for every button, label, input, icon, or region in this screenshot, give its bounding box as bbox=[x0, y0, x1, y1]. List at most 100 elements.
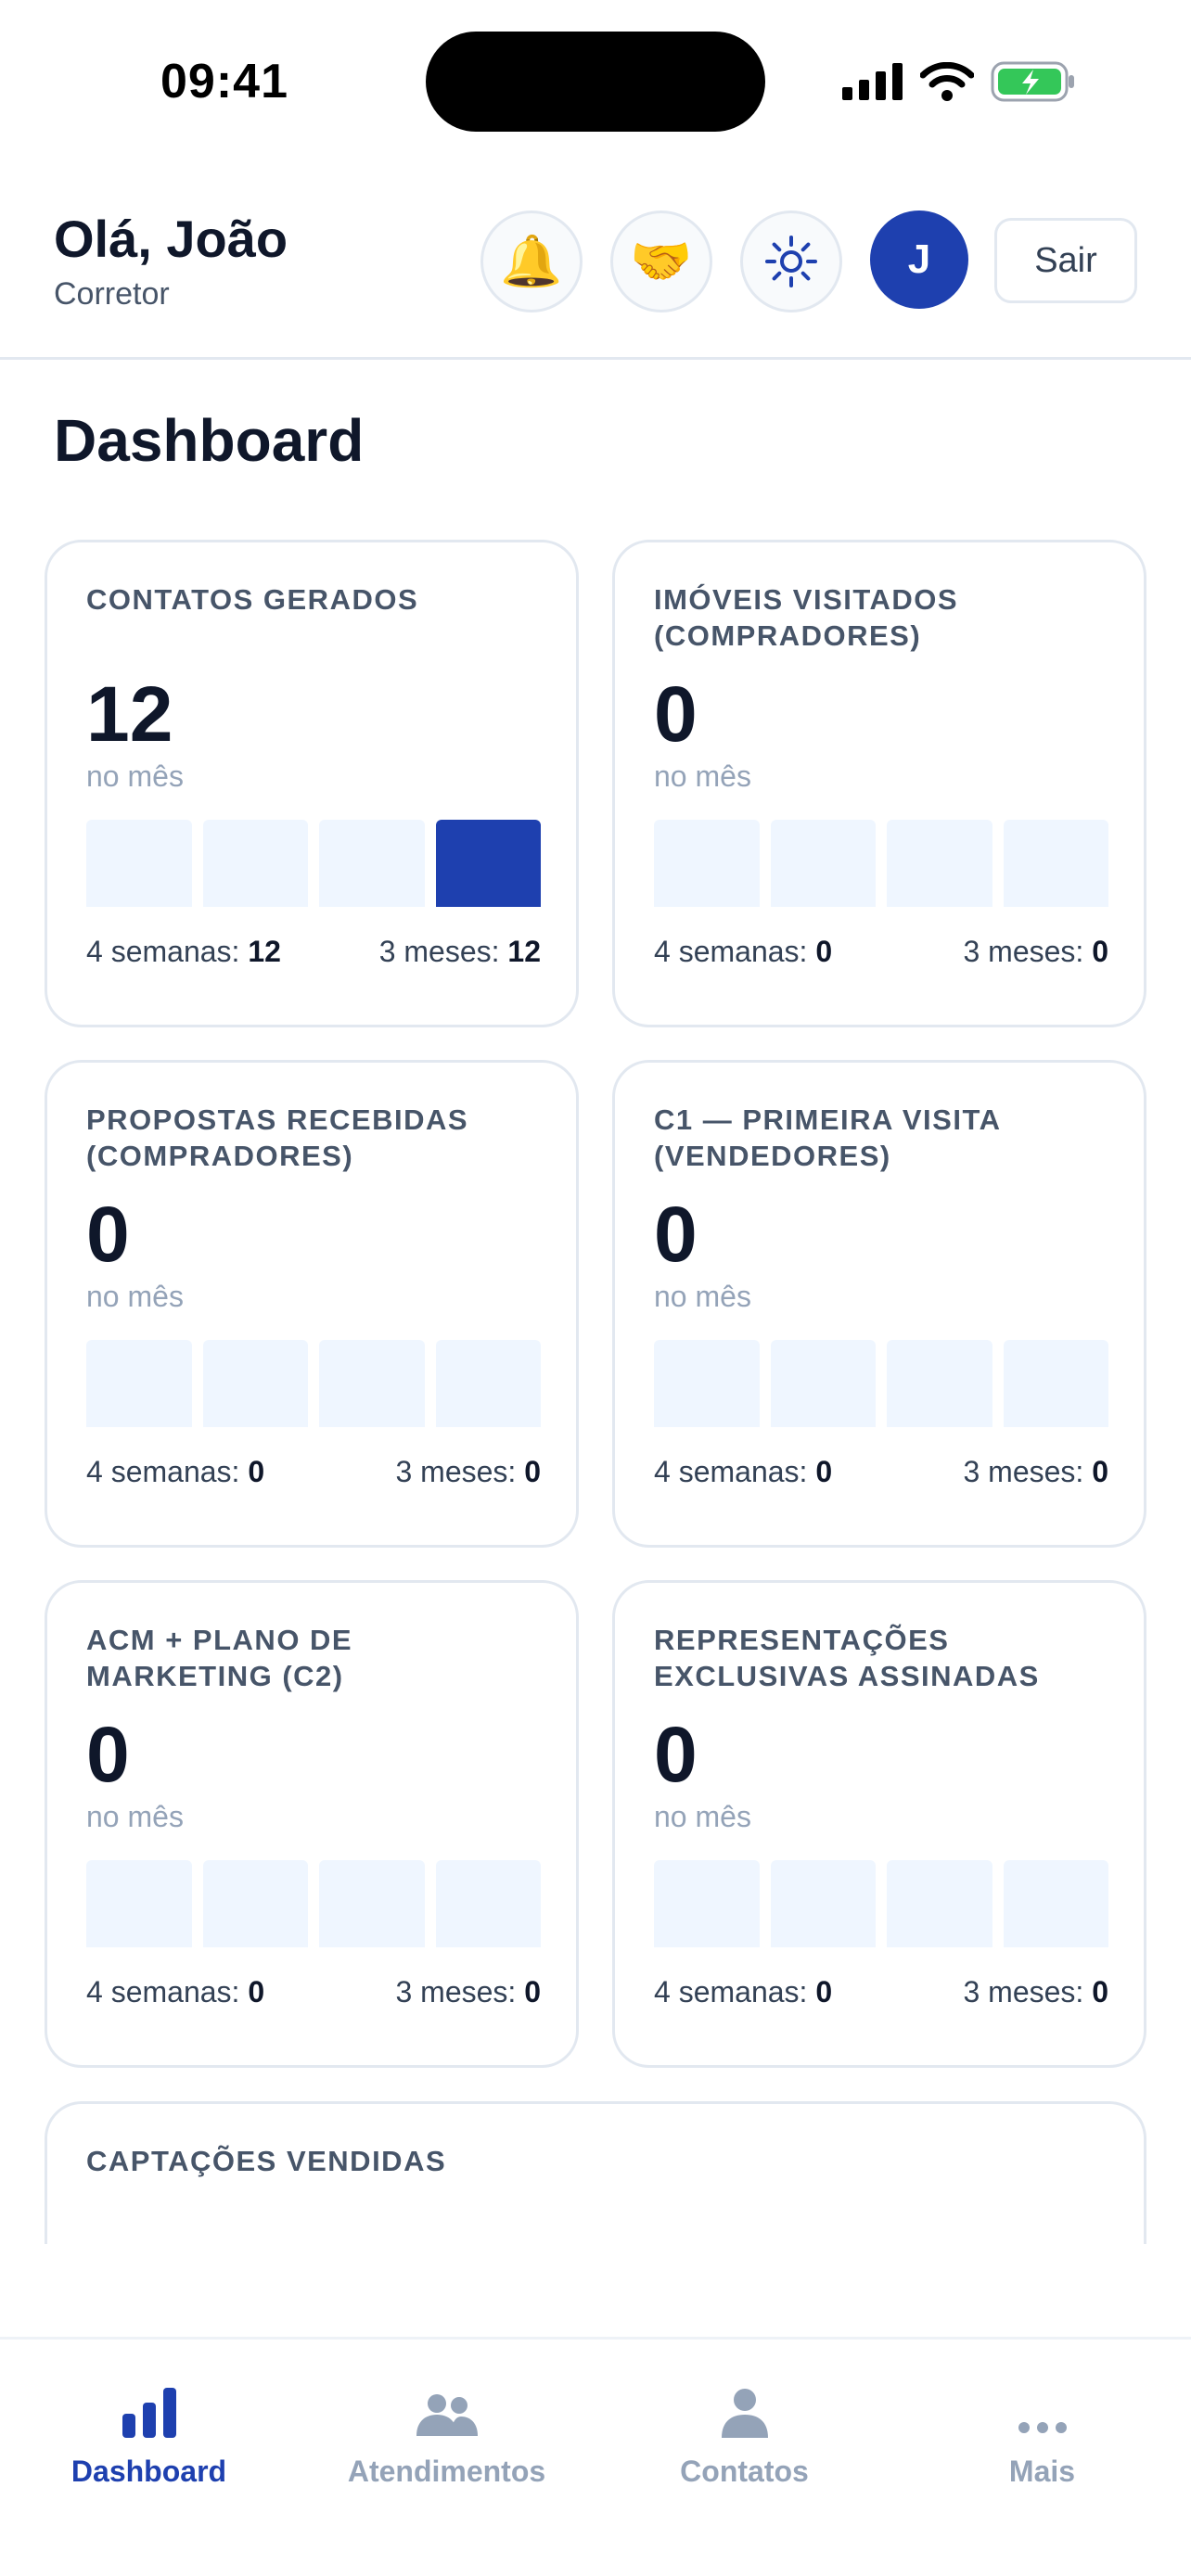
weeks-value: 0 bbox=[815, 935, 833, 968]
week-bar bbox=[86, 820, 192, 907]
metric-card-acm-plano-marketing[interactable]: ACM + PLANO DE MARKETING (C2) 0 no mês 4… bbox=[45, 1580, 579, 2068]
week-bar bbox=[770, 1340, 876, 1427]
metric-card-captacoes-vendidas[interactable]: CAPTAÇÕES VENDIDAS bbox=[45, 2101, 1146, 2244]
week-bar bbox=[654, 820, 760, 907]
months-value: 0 bbox=[1092, 935, 1108, 968]
months-value: 12 bbox=[507, 935, 541, 968]
card-period: no mês bbox=[654, 759, 751, 793]
card-value: 0 bbox=[654, 670, 698, 758]
week-bar bbox=[770, 1860, 876, 1947]
metric-card-imoveis-visitados[interactable]: IMÓVEIS VISITADOS (COMPRADORES) 0 no mês… bbox=[612, 540, 1146, 1027]
months-label: 3 meses: bbox=[963, 1975, 1084, 2009]
card-period: no mês bbox=[654, 1800, 751, 1833]
months-value: 0 bbox=[1092, 1455, 1108, 1488]
weeks-label: 4 semanas: bbox=[86, 1455, 240, 1488]
card-period: no mês bbox=[654, 1280, 751, 1313]
weekly-bars bbox=[86, 1340, 541, 1427]
card-period: no mês bbox=[86, 1800, 184, 1833]
card-period: no mês bbox=[86, 759, 184, 793]
card-value: 12 bbox=[86, 670, 173, 758]
week-bar bbox=[1003, 820, 1108, 907]
card-title: IMÓVEIS VISITADOS (COMPRADORES) bbox=[654, 583, 959, 652]
months-label: 3 meses: bbox=[395, 1455, 517, 1488]
weeks-value: 12 bbox=[248, 935, 281, 968]
nav-label: Atendimentos bbox=[347, 2455, 546, 2488]
week-bar bbox=[319, 1340, 425, 1427]
card-period: no mês bbox=[86, 1280, 184, 1313]
week-bar bbox=[654, 1340, 760, 1427]
users-icon bbox=[416, 2394, 478, 2436]
metric-card-propostas-recebidas[interactable]: PROPOSTAS RECEBIDAS (COMPRADORES) 0 no m… bbox=[45, 1060, 579, 1548]
metric-card-contatos-gerados[interactable]: CONTATOS GERADOS 12 no mês 4 semanas: 12… bbox=[45, 540, 579, 1027]
weeks-summary: 4 semanas: 0 bbox=[86, 1975, 264, 2009]
week-bar bbox=[887, 1340, 992, 1427]
week-bar bbox=[435, 1860, 541, 1947]
months-summary: 3 meses: 0 bbox=[395, 1975, 541, 2009]
weeks-summary: 4 semanas: 12 bbox=[86, 935, 281, 969]
weeks-label: 4 semanas: bbox=[654, 1975, 808, 2009]
week-bar bbox=[770, 820, 876, 907]
card-value: 0 bbox=[654, 1711, 698, 1798]
weeks-value: 0 bbox=[248, 1975, 265, 2009]
months-summary: 3 meses: 12 bbox=[379, 935, 541, 969]
card-value: 0 bbox=[654, 1191, 698, 1278]
card-value: 0 bbox=[86, 1191, 130, 1278]
week-bar bbox=[86, 1860, 192, 1947]
week-bar bbox=[1003, 1340, 1108, 1427]
week-bar bbox=[319, 1860, 425, 1947]
months-label: 3 meses: bbox=[963, 935, 1084, 968]
weeks-summary: 4 semanas: 0 bbox=[654, 1455, 832, 1489]
card-footer: 4 semanas: 0 3 meses: 0 bbox=[654, 935, 1108, 969]
weeks-label: 4 semanas: bbox=[654, 935, 808, 968]
bottom-nav: Dashboard Atendimentos Contatos Mais bbox=[0, 2337, 1191, 2576]
months-summary: 3 meses: 0 bbox=[963, 1455, 1108, 1489]
card-footer: 4 semanas: 0 3 meses: 0 bbox=[654, 1455, 1108, 1489]
months-value: 0 bbox=[1092, 1975, 1108, 2009]
weeks-value: 0 bbox=[248, 1455, 265, 1488]
card-footer: 4 semanas: 12 3 meses: 12 bbox=[86, 935, 541, 969]
card-title: CONTATOS GERADOS bbox=[86, 583, 419, 616]
weekly-bars bbox=[654, 1340, 1108, 1427]
months-value: 0 bbox=[524, 1455, 541, 1488]
card-title: ACM + PLANO DE MARKETING (C2) bbox=[86, 1624, 353, 1692]
nav-dashboard[interactable]: Dashboard bbox=[0, 2373, 298, 2489]
weeks-summary: 4 semanas: 0 bbox=[86, 1455, 264, 1489]
metric-card-representacoes-exclusivas[interactable]: REPRESENTAÇÕES EXCLUSIVAS ASSINADAS 0 no… bbox=[612, 1580, 1146, 2068]
nav-contatos[interactable]: Contatos bbox=[596, 2373, 893, 2489]
more-icon bbox=[1018, 2422, 1067, 2433]
scroll-content[interactable]: CONTATOS GERADOS 12 no mês 4 semanas: 12… bbox=[0, 0, 1191, 2244]
person-icon bbox=[721, 2389, 768, 2438]
week-bar bbox=[435, 1340, 541, 1427]
nav-label: Contatos bbox=[680, 2455, 809, 2488]
card-footer: 4 semanas: 0 3 meses: 0 bbox=[86, 1455, 541, 1489]
weekly-bars bbox=[86, 1860, 541, 1947]
weeks-value: 0 bbox=[815, 1455, 833, 1488]
card-title: REPRESENTAÇÕES EXCLUSIVAS ASSINADAS bbox=[654, 1624, 1040, 1692]
card-title: C1 — PRIMEIRA VISITA (VENDEDORES) bbox=[654, 1103, 1001, 1172]
week-bar bbox=[654, 1860, 760, 1947]
nav-atendimentos[interactable]: Atendimentos bbox=[298, 2373, 596, 2489]
week-bar bbox=[319, 820, 425, 907]
months-label: 3 meses: bbox=[963, 1455, 1084, 1488]
week-bar bbox=[202, 1340, 308, 1427]
weekly-bars bbox=[654, 820, 1108, 907]
weekly-bars bbox=[654, 1860, 1108, 1947]
weeks-label: 4 semanas: bbox=[86, 935, 240, 968]
weeks-summary: 4 semanas: 0 bbox=[654, 935, 832, 969]
week-bar bbox=[86, 1340, 192, 1427]
card-title: CAPTAÇÕES VENDIDAS bbox=[86, 2145, 447, 2177]
nav-label: Mais bbox=[1008, 2455, 1076, 2488]
week-bar bbox=[1003, 1860, 1108, 1947]
week-bar bbox=[887, 1860, 992, 1947]
months-summary: 3 meses: 0 bbox=[963, 935, 1108, 969]
nav-label: Dashboard bbox=[70, 2455, 227, 2488]
weekly-bars bbox=[86, 820, 541, 907]
week-bar bbox=[202, 1860, 308, 1947]
nav-mais[interactable]: Mais bbox=[893, 2373, 1191, 2489]
bar-chart-icon bbox=[122, 2388, 176, 2438]
weeks-label: 4 semanas: bbox=[654, 1455, 808, 1488]
months-label: 3 meses: bbox=[378, 935, 500, 968]
app-screen: 09:41 Olá, João Corretor 🔔 🤝 J Sair Dash… bbox=[0, 0, 1191, 2576]
metric-card-primeira-visita[interactable]: C1 — PRIMEIRA VISITA (VENDEDORES) 0 no m… bbox=[612, 1060, 1146, 1548]
card-footer: 4 semanas: 0 3 meses: 0 bbox=[86, 1975, 541, 2009]
